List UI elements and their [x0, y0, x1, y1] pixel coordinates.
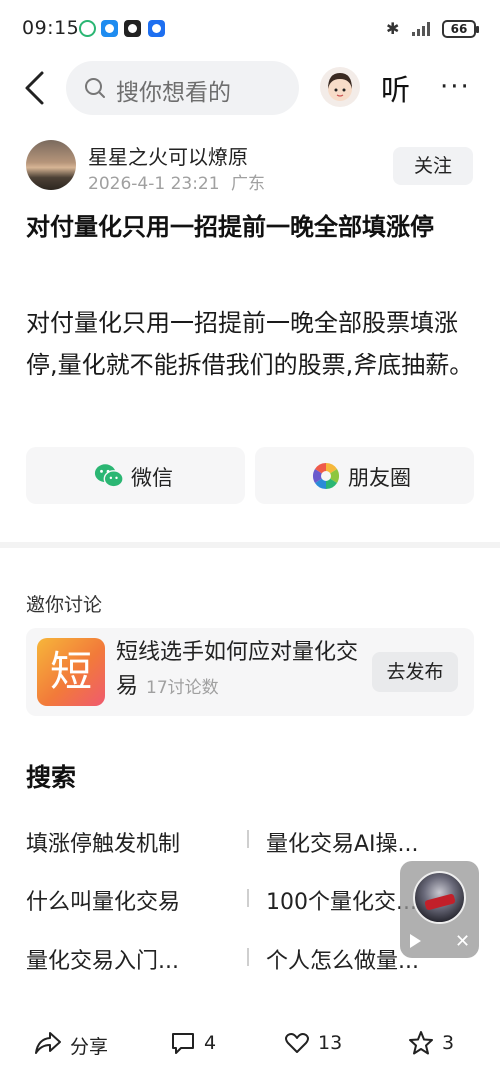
bluetooth-icon: ✱ — [386, 19, 400, 38]
suggestion-separator — [247, 948, 249, 966]
back-button[interactable] — [20, 70, 50, 106]
more-options-button[interactable]: ··· — [440, 72, 471, 102]
publish-button[interactable]: 去发布 — [372, 652, 458, 692]
comment-count: 4 — [204, 1032, 217, 1054]
status-bar: 09:15 ✱ 66 — [0, 0, 500, 58]
floating-audio-player[interactable]: ✕ — [400, 861, 479, 958]
mercedes-app-icon — [124, 20, 141, 37]
battery-icon: 66 — [442, 20, 479, 38]
status-time: 09:15 — [22, 17, 80, 39]
user-avatar[interactable] — [320, 67, 360, 107]
post-location: 广东 — [230, 174, 265, 194]
topic-title: 短线选手如何应对量化交易 17讨论数 — [116, 636, 361, 705]
star-icon — [409, 1031, 433, 1055]
search-icon — [85, 78, 105, 98]
topic-logo: 短 — [37, 638, 105, 706]
post-title: 对付量化只用一招提前一晚全部填涨停 — [26, 213, 434, 241]
top-nav: 搜你想看的 听 ··· — [0, 58, 500, 118]
share-moments-label: 朋友圈 — [348, 466, 411, 490]
heart-icon — [285, 1033, 309, 1053]
post-body: 对付量化只用一招提前一晚全部股票填涨停,量化就不能拆借我们的股票,斧底抽薪。 — [26, 309, 474, 379]
search-placeholder: 搜你想看的 — [116, 80, 231, 106]
author-avatar[interactable] — [26, 140, 76, 190]
author-name[interactable]: 星星之火可以燎原 — [88, 141, 248, 170]
bottom-action-bar: 分享 4 13 3 — [0, 1012, 500, 1076]
share-label: 分享 — [70, 1036, 109, 1058]
wechat-pay-icon — [79, 20, 96, 37]
close-icon[interactable]: ✕ — [455, 931, 470, 952]
security-app-icon — [148, 20, 165, 37]
back-arrow-icon — [25, 71, 44, 105]
share-moments-button[interactable]: 朋友圈 — [255, 447, 474, 504]
search-suggestion[interactable]: 量化交易AI操... — [266, 826, 466, 858]
section-divider — [0, 542, 500, 548]
search-suggestion[interactable]: 填涨停触发机制 — [26, 826, 236, 858]
like-count: 13 — [318, 1032, 343, 1054]
author-meta: 2026-4-1 23:21 广东 — [88, 169, 265, 194]
moments-icon — [312, 462, 340, 490]
suggestion-separator — [247, 830, 249, 848]
search-section-title: 搜索 — [26, 763, 77, 792]
suggestion-separator — [247, 889, 249, 907]
share-arrow-icon — [35, 1032, 61, 1054]
search-suggestion[interactable]: 什么叫量化交易 — [26, 884, 236, 916]
post-date: 2026-4-1 23:21 — [88, 174, 220, 194]
discussion-section-label: 邀你讨论 — [26, 594, 103, 616]
search-suggestion[interactable]: 量化交易入门... — [26, 943, 236, 975]
topic-count: 17讨论数 — [146, 678, 219, 698]
player-cover-image — [413, 871, 466, 924]
play-icon[interactable] — [410, 934, 421, 948]
chat-app-icon — [101, 20, 118, 37]
wechat-icon — [94, 464, 124, 488]
avatar-face-icon — [328, 73, 352, 101]
share-wechat-button[interactable]: 微信 — [26, 447, 245, 504]
share-wechat-label: 微信 — [131, 466, 173, 490]
discussion-topic-card[interactable]: 短 短线选手如何应对量化交易 17讨论数 去发布 — [26, 628, 474, 716]
favorite-count: 3 — [442, 1032, 455, 1054]
search-input[interactable]: 搜你想看的 — [66, 61, 299, 115]
listen-button[interactable]: 听 — [381, 67, 410, 109]
comment-icon — [172, 1033, 194, 1054]
follow-button[interactable]: 关注 — [393, 147, 473, 185]
signal-icon — [408, 20, 434, 36]
